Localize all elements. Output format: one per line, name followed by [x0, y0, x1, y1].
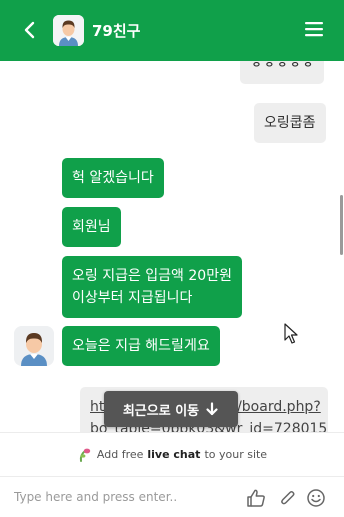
message-user: 헉 알겠습니다 — [62, 158, 164, 198]
message-user: 오늘은 지급 해드릴게요 — [62, 326, 220, 366]
emoji-icon[interactable] — [306, 488, 326, 508]
message-user: 회원님 — [62, 207, 121, 247]
message-line: 이상부터 지급됩니다 — [72, 290, 193, 306]
branding-suffix: to your site — [204, 448, 268, 461]
agent-message-avatar — [14, 326, 54, 366]
chat-header: 79친구 — [0, 0, 344, 61]
scrollbar-thumb[interactable] — [340, 195, 343, 255]
header-title: 79친구 — [92, 22, 141, 40]
thumbs-up-icon[interactable] — [246, 488, 266, 508]
jump-to-latest-button[interactable]: 최근으로 이동 — [104, 391, 238, 427]
agent-avatar — [53, 15, 84, 46]
branding-bar[interactable]: Add free live chat to your site — [0, 432, 344, 476]
message-input[interactable] — [0, 477, 240, 517]
branding-bold[interactable]: live chat — [147, 448, 200, 461]
message-agent-clipped: ㅎㅎㅎㅎㅎ — [240, 61, 325, 84]
mouse-cursor-icon — [284, 323, 298, 344]
jump-button-label: 최근으로 이동 — [122, 403, 200, 419]
menu-icon[interactable] — [304, 20, 324, 38]
branding-logo-icon — [79, 448, 91, 462]
message-list[interactable]: ㅎㅎㅎㅎㅎ 오링쿱좀 헉 알겠습니다 회원님 오링 지급은 입금액 20만원 이… — [0, 61, 344, 432]
message-agent: 오링쿱좀 — [254, 103, 326, 143]
composer — [0, 476, 344, 517]
back-icon[interactable] — [20, 19, 40, 41]
paperclip-icon[interactable] — [278, 488, 298, 508]
message-line: 오링 지급은 입금액 20만원 — [72, 268, 232, 284]
message-user-multiline: 오링 지급은 입금액 20만원 이상부터 지급됩니다 — [62, 256, 242, 318]
arrow-down-icon — [206, 402, 218, 416]
branding-prefix: Add free — [96, 448, 144, 461]
